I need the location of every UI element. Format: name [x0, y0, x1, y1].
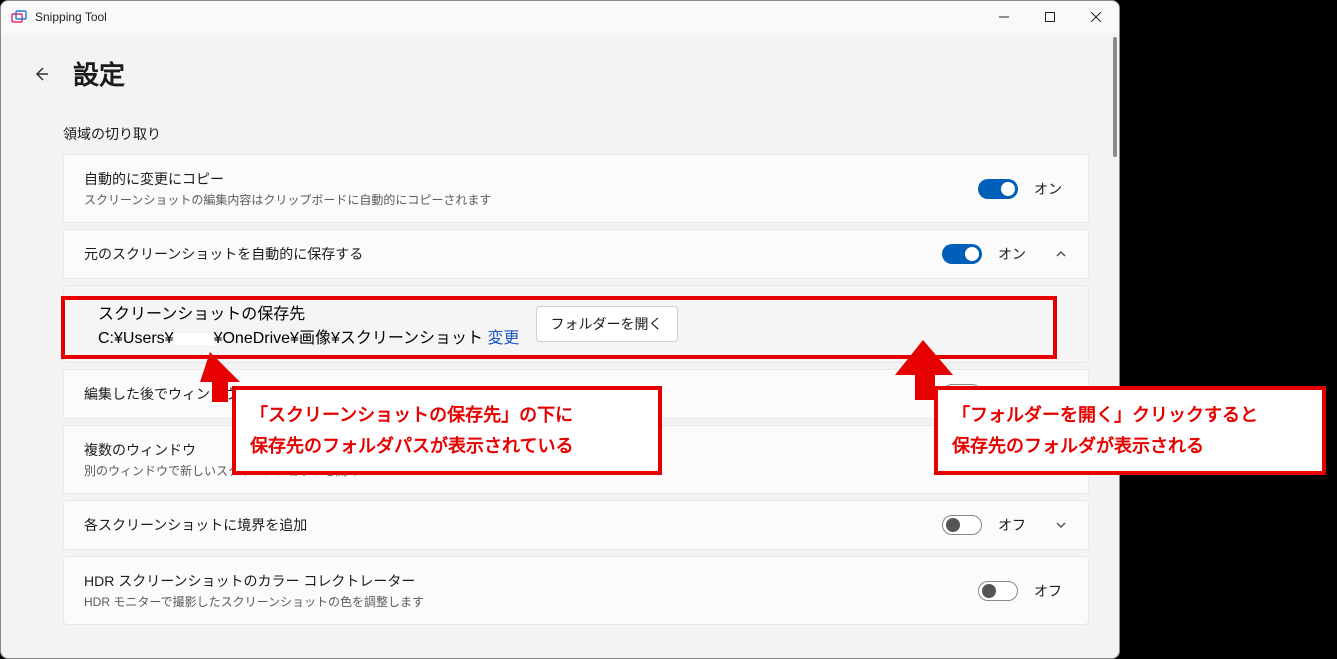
- toggle-state: オン: [1034, 179, 1068, 199]
- change-link[interactable]: 変更: [488, 330, 520, 347]
- titlebar: Snipping Tool: [1, 1, 1119, 33]
- close-button[interactable]: [1073, 1, 1119, 33]
- window-buttons: [981, 1, 1119, 33]
- setting-desc: スクリーンショットの編集内容はクリップボードに自動的にコピーされます: [84, 191, 962, 208]
- app-title: Snipping Tool: [35, 10, 107, 24]
- toggle-add-border[interactable]: [942, 515, 982, 535]
- app-window: Snipping Tool 設定 領域の切り取り 自動的に変更にコピー スクリー…: [0, 0, 1120, 659]
- toggle-hdr[interactable]: [978, 581, 1018, 601]
- open-folder-button[interactable]: フォルダーを開く: [536, 306, 678, 342]
- setting-add-border[interactable]: 各スクリーンショットに境界を追加 オフ: [63, 500, 1089, 550]
- minimize-button[interactable]: [981, 1, 1027, 33]
- chevron-down-icon: [1054, 518, 1068, 532]
- setting-title: 元のスクリーンショットを自動的に保存する: [84, 244, 926, 264]
- setting-hdr-color: HDR スクリーンショットのカラー コレクトレーター HDR モニターで撮影した…: [63, 556, 1089, 625]
- setting-desc: HDR モニターで撮影したスクリーンショットの色を調整します: [84, 593, 962, 610]
- save-path: C:¥Users¥ ¥OneDrive¥画像¥スクリーンショット 変更: [98, 324, 520, 348]
- setting-title: 各スクリーンショットに境界を追加: [84, 515, 926, 535]
- setting-auto-copy: 自動的に変更にコピー スクリーンショットの編集内容はクリップボードに自動的にコピ…: [63, 154, 1089, 223]
- redacted-username: [174, 333, 214, 345]
- annotation-callout-left: 「スクリーンショットの保存先」の下に 保存先のフォルダパスが表示されている: [232, 386, 662, 475]
- annotation-text: 「フォルダーを開く」クリックすると: [952, 400, 1308, 431]
- toggle-state: オフ: [1034, 581, 1068, 601]
- section-label: 領域の切り取り: [63, 124, 1089, 144]
- path-suffix: ¥OneDrive¥画像¥スクリーンショット: [214, 330, 483, 347]
- setting-title: スクリーンショットの保存先: [98, 300, 520, 324]
- annotation-text: 保存先のフォルダが表示される: [952, 431, 1308, 462]
- toggle-auto-save[interactable]: [942, 244, 982, 264]
- setting-title: 自動的に変更にコピー: [84, 169, 962, 189]
- toggle-state: オン: [998, 244, 1032, 264]
- setting-auto-save[interactable]: 元のスクリーンショットを自動的に保存する オン: [63, 229, 1089, 279]
- page-title: 設定: [73, 55, 125, 92]
- scrollbar[interactable]: [1113, 37, 1117, 157]
- setting-title: HDR スクリーンショットのカラー コレクトレーター: [84, 571, 962, 591]
- path-prefix: C:¥Users¥: [98, 330, 174, 347]
- page-header: 設定: [1, 33, 1119, 102]
- toggle-auto-copy[interactable]: [978, 179, 1018, 199]
- app-icon: [11, 9, 27, 25]
- back-button[interactable]: [31, 64, 51, 84]
- toggle-state: オフ: [998, 515, 1032, 535]
- maximize-button[interactable]: [1027, 1, 1073, 33]
- annotation-text: 「スクリーンショットの保存先」の下に: [250, 400, 644, 431]
- annotation-callout-right: 「フォルダーを開く」クリックすると 保存先のフォルダが表示される: [934, 386, 1326, 475]
- chevron-up-icon: [1054, 247, 1068, 261]
- annotation-text: 保存先のフォルダパスが表示されている: [250, 431, 644, 462]
